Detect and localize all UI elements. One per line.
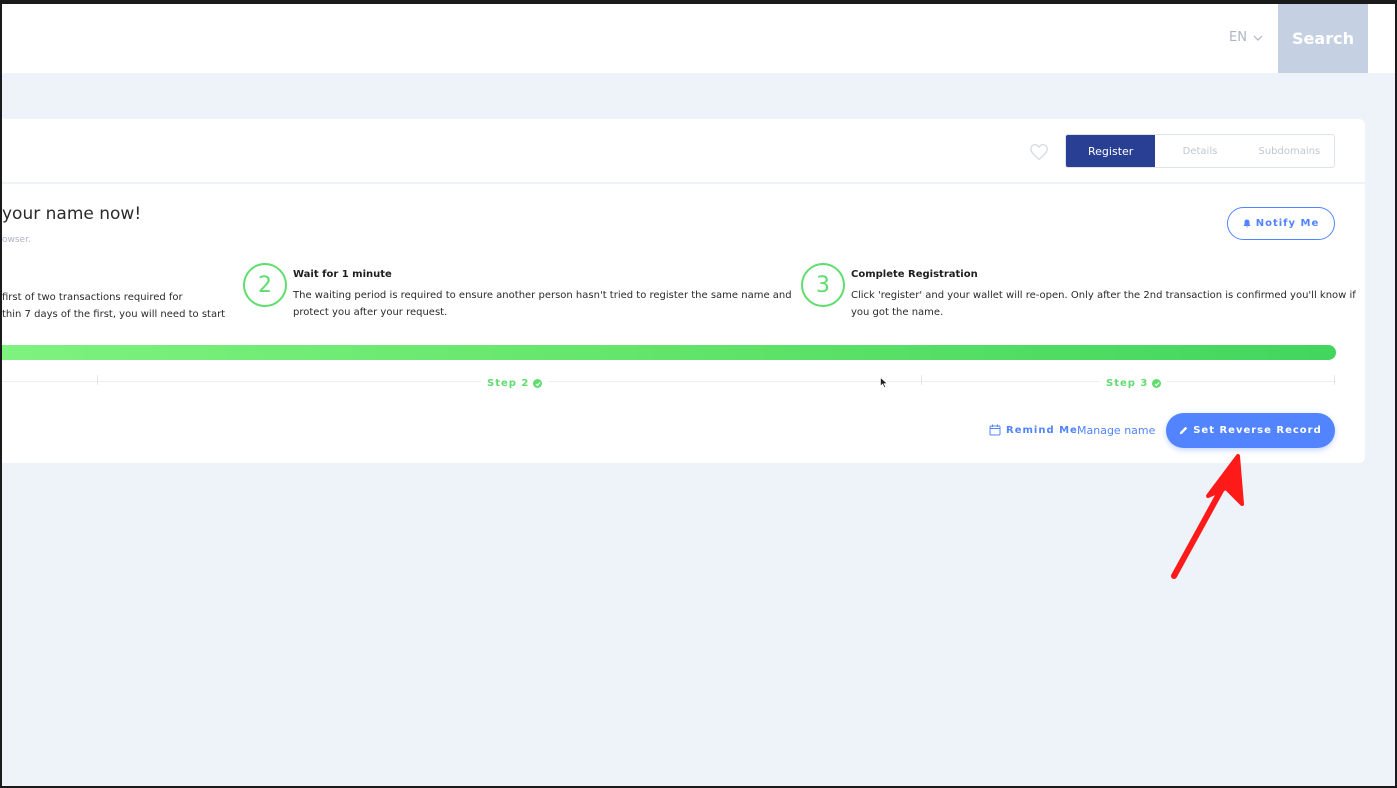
check-icon xyxy=(1152,379,1162,388)
calendar-icon xyxy=(989,424,1001,436)
step-tick xyxy=(97,375,98,385)
header-edge xyxy=(1368,4,1395,73)
chevron-down-icon xyxy=(1253,35,1263,41)
manage-name-link[interactable]: Manage name xyxy=(1077,424,1155,437)
language-label: EN xyxy=(1229,30,1247,45)
step-2-line-2: protect you after your request. xyxy=(293,307,448,318)
step-tick xyxy=(1334,375,1335,385)
remind-me-label: Remind Me xyxy=(1006,424,1078,436)
step-3-line-1: Click 'register' and your wallet will re… xyxy=(851,290,1356,301)
step-1-line-2: thin 7 days of the first, you will need … xyxy=(2,309,226,320)
notify-me-button[interactable]: Notify Me xyxy=(1227,207,1335,240)
tab-details[interactable]: Details xyxy=(1155,135,1244,167)
set-reverse-record-label: Set Reverse Record xyxy=(1193,425,1322,436)
step-2-label-text: Step 2 xyxy=(487,378,530,389)
step-2-title: Wait for 1 minute xyxy=(293,269,392,280)
step-2-label: Step 2 xyxy=(481,378,549,389)
step-1-description: first of two transactions required for t… xyxy=(2,289,225,323)
language-selector[interactable]: EN xyxy=(1229,30,1263,45)
heart-icon[interactable] xyxy=(1029,143,1049,161)
pencil-icon xyxy=(1180,426,1188,435)
step-3-line-2: you got the name. xyxy=(851,307,944,318)
step-2-circle: 2 xyxy=(243,263,287,307)
tab-register[interactable]: Register xyxy=(1066,135,1156,167)
step-2-line-1: The waiting period is required to ensure… xyxy=(293,290,792,301)
step-1-line-1: first of two transactions required for xyxy=(2,292,183,303)
step-3-label-text: Step 3 xyxy=(1106,378,1149,389)
app-frame: EN Search Register Details Subdomains yo… xyxy=(2,4,1395,786)
notify-me-label: Notify Me xyxy=(1255,218,1320,229)
step-2-description: The waiting period is required to ensure… xyxy=(293,287,792,321)
registration-headline: your name now! xyxy=(2,204,142,224)
red-annotation-arrow-icon xyxy=(1171,454,1244,579)
step-tick xyxy=(921,375,922,385)
name-tabs: Register Details Subdomains xyxy=(1065,134,1335,168)
step-3-circle: 3 xyxy=(801,263,845,307)
set-reverse-record-button[interactable]: Set Reverse Record xyxy=(1166,413,1335,448)
top-navigation-bar: EN Search xyxy=(2,4,1395,73)
remind-me-button[interactable]: Remind Me xyxy=(989,424,1078,436)
check-icon xyxy=(533,379,543,388)
registration-progress-bar xyxy=(2,345,1336,360)
tab-subdomains[interactable]: Subdomains xyxy=(1245,135,1334,167)
mouse-cursor-icon xyxy=(880,377,888,389)
registration-subtext: owser. xyxy=(2,235,31,245)
name-registration-card: Register Details Subdomains your name no… xyxy=(2,119,1365,463)
search-button[interactable]: Search xyxy=(1278,4,1368,73)
bell-icon xyxy=(1243,219,1251,228)
step-3-description: Click 'register' and your wallet will re… xyxy=(851,287,1356,321)
step-3-label: Step 3 xyxy=(1100,378,1168,389)
step-3-title: Complete Registration xyxy=(851,269,978,280)
card-header: Register Details Subdomains xyxy=(2,119,1365,184)
